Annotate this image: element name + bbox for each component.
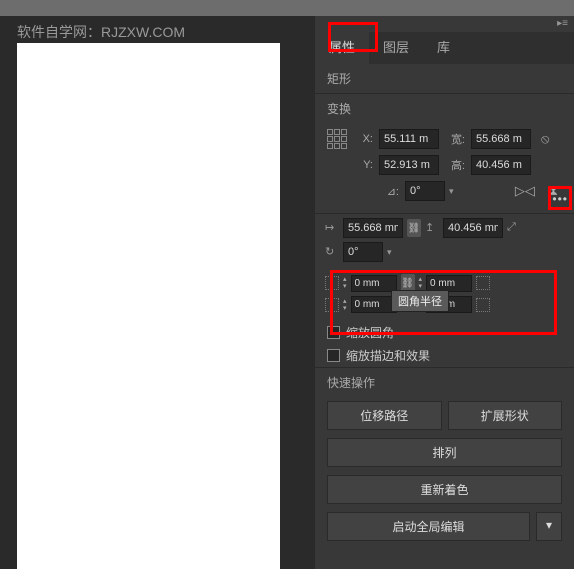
reference-point-icon[interactable] xyxy=(327,129,347,149)
scale-strokes-label: 缩放描边和效果 xyxy=(346,347,430,364)
corner-tr-input[interactable] xyxy=(426,275,472,292)
height-input[interactable] xyxy=(471,155,531,175)
corner-tl-icon xyxy=(325,276,339,290)
y-label: Y: xyxy=(353,159,373,171)
shape-type-label: 矩形 xyxy=(315,64,574,93)
corner-tr-icon xyxy=(476,276,490,290)
tab-library[interactable]: 库 xyxy=(423,32,464,64)
expand-shape-button[interactable]: 扩展形状 xyxy=(448,401,563,430)
panel-tabs: 属性 图层 库 xyxy=(315,32,574,64)
scale-strokes-checkbox[interactable]: 缩放描边和效果 xyxy=(315,344,574,367)
scale-corners-checkbox[interactable]: 缩放圆角 xyxy=(315,321,574,344)
x-input[interactable] xyxy=(379,129,439,149)
scale-corners-label: 缩放圆角 xyxy=(346,324,394,341)
transform-title: 变换 xyxy=(315,94,574,123)
flip-horizontal-icon[interactable]: ▷◁ xyxy=(511,181,539,201)
width-icon: ↦ xyxy=(325,221,339,235)
corner-tl-input[interactable] xyxy=(351,275,397,292)
transform-section: X: 宽: ⦸ Y: 高: ⊿: ▾ ▷◁ ⧗ xyxy=(315,123,574,213)
chevron-down-icon[interactable]: ▾ xyxy=(445,186,458,197)
app-titlebar xyxy=(0,0,574,16)
global-edit-button[interactable]: 启动全局编辑 xyxy=(327,512,530,541)
bounds-width-input[interactable] xyxy=(343,218,403,238)
corner-bl-icon xyxy=(325,298,339,312)
canvas-area[interactable] xyxy=(17,43,280,569)
x-label: X: xyxy=(353,133,373,145)
stepper-icon[interactable]: ▴▾ xyxy=(343,276,347,290)
corners-section: ▴▾ ⛓ ▴▾ ▴▾ 圆角半径 ▴▾ xyxy=(315,270,574,321)
tab-properties[interactable]: 属性 xyxy=(315,32,369,64)
global-edit-dropdown[interactable]: ▾ xyxy=(536,512,562,541)
rotate-icon: ↻ xyxy=(325,245,339,259)
chevron-down-icon[interactable]: ▾ xyxy=(383,247,396,258)
recolor-button[interactable]: 重新着色 xyxy=(327,475,562,504)
checkbox-icon[interactable] xyxy=(327,326,340,339)
stepper-icon[interactable]: ▴▾ xyxy=(419,276,423,290)
checkbox-icon[interactable] xyxy=(327,349,340,362)
h-label: 高: xyxy=(445,157,465,173)
more-options-icon[interactable]: ••• xyxy=(552,192,568,206)
bounds-height-input[interactable] xyxy=(443,218,503,238)
offset-path-button[interactable]: 位移路径 xyxy=(327,401,442,430)
w-label: 宽: xyxy=(445,131,465,147)
stepper-icon[interactable]: ▴▾ xyxy=(343,298,347,312)
width-input[interactable] xyxy=(471,129,531,149)
link-icon[interactable]: ⛓ xyxy=(407,219,421,237)
corner-br-icon xyxy=(476,298,490,312)
watermark-text: 软件自学网：RJZXW.COM xyxy=(17,22,185,42)
angle-input[interactable]: ▾ xyxy=(405,181,458,201)
y-input[interactable] xyxy=(379,155,439,175)
rotation-input[interactable]: ▾ xyxy=(343,242,396,262)
corner-radius-tooltip: 圆角半径 xyxy=(391,290,449,312)
quick-actions-title: 快速操作 xyxy=(315,368,574,397)
no-constrain-icon[interactable]: ⦸ xyxy=(537,129,553,149)
corner-bl-input[interactable] xyxy=(351,296,397,313)
height-icon: ↥ xyxy=(425,221,439,235)
properties-panel: ▸≡ 属性 图层 库 矩形 变换 X: 宽: ⦸ Y: 高: ⊿: ▾ xyxy=(315,16,574,569)
bounds-section: ↦ ⛓ ↥ ⤢ ↻ ▾ xyxy=(315,214,574,270)
scale-icon: ⤢ xyxy=(507,221,521,235)
angle-label: ⊿: xyxy=(379,185,399,198)
arrange-button[interactable]: 排列 xyxy=(327,438,562,467)
tab-layers[interactable]: 图层 xyxy=(369,32,423,64)
panel-menu-icon[interactable]: ▸≡ xyxy=(557,18,568,29)
